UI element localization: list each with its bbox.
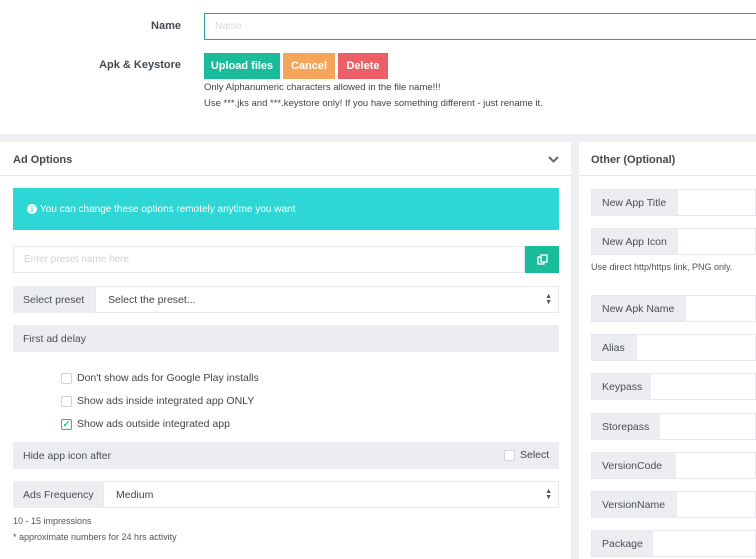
filename-note: Only Alphanumeric characters allowed in … xyxy=(204,82,441,93)
upload-files-button[interactable]: Upload files xyxy=(204,53,280,79)
copy-preset-button[interactable] xyxy=(525,246,559,273)
checkbox[interactable] xyxy=(61,372,72,384)
ads-frequency-label: Ads Frequency xyxy=(13,481,103,508)
preset-select[interactable]: Select the preset... ▲ ▼ xyxy=(95,286,559,313)
upload-panel: Name Apk & Keystore Upload files Cancel … xyxy=(0,0,756,134)
package-field[interactable]: Package xyxy=(591,530,756,557)
copy-icon xyxy=(536,254,548,265)
extension-note: Use ***.jks and ***.keystore only! If yo… xyxy=(204,98,543,109)
keypass-field[interactable]: Keypass xyxy=(591,373,756,400)
ad-options-title: Ad Options xyxy=(13,154,73,166)
version-code-label: VersionCode xyxy=(592,453,676,478)
checkbox-checked[interactable]: ✓ xyxy=(61,418,72,430)
ad-options-divider xyxy=(0,175,571,176)
version-name-label: VersionName xyxy=(592,492,677,517)
check-label: Don't show ads for Google Play installs xyxy=(77,372,259,384)
alias-field[interactable]: Alias xyxy=(591,334,756,361)
check-label: Show ads outside integrated app xyxy=(77,418,230,430)
storepass-label: Storepass xyxy=(592,414,660,439)
delete-button[interactable]: Delete xyxy=(338,53,388,79)
new-app-title-label: New App Title xyxy=(592,190,678,215)
hide-icon-row: Hide app icon after xyxy=(13,442,559,469)
alias-label: Alias xyxy=(592,335,637,360)
name-input[interactable] xyxy=(204,13,756,40)
updown-icon: ▲ ▼ xyxy=(545,487,552,501)
updown-icon: ▲ ▼ xyxy=(545,292,552,306)
info-icon: i xyxy=(27,204,37,214)
approx-note: * approximate numbers for 24 hrs activit… xyxy=(13,532,177,542)
name-label: Name xyxy=(151,20,181,32)
new-app-title-field[interactable]: New App Title xyxy=(591,189,756,216)
ads-frequency-value: Medium xyxy=(116,488,154,501)
preset-name-input[interactable] xyxy=(13,246,525,273)
other-divider xyxy=(579,175,756,176)
apk-keystore-label: Apk & Keystore xyxy=(99,59,181,71)
package-label: Package xyxy=(592,531,653,556)
first-ad-delay-label: First ad delay xyxy=(13,325,559,352)
version-code-field[interactable]: VersionCode xyxy=(591,452,756,479)
hide-icon-select[interactable]: Select xyxy=(504,449,549,461)
hide-icon-select-label: Select xyxy=(520,449,550,461)
check-inside-app[interactable]: Show ads inside integrated app ONLY xyxy=(61,395,254,407)
cancel-button[interactable]: Cancel xyxy=(283,53,335,79)
select-preset-label: Select preset xyxy=(13,286,95,313)
check-no-google-play[interactable]: Don't show ads for Google Play installs xyxy=(61,372,259,384)
preset-select-value: Select the preset... xyxy=(108,293,196,306)
keypass-label: Keypass xyxy=(592,374,651,399)
hide-icon-label: Hide app icon after xyxy=(23,449,112,462)
checkbox[interactable] xyxy=(61,395,72,407)
ads-frequency-select[interactable]: Medium ▲ ▼ xyxy=(103,481,559,508)
new-apk-name-field[interactable]: New Apk Name xyxy=(591,295,756,322)
storepass-field[interactable]: Storepass xyxy=(591,413,756,440)
check-label: Show ads inside integrated app ONLY xyxy=(77,395,255,407)
alert-text: You can change these options remotely an… xyxy=(40,203,296,215)
impressions-text: 10 - 15 impressions xyxy=(13,516,92,526)
new-app-icon-field[interactable]: New App Icon xyxy=(591,228,756,255)
chevron-down-icon[interactable] xyxy=(546,151,560,167)
version-name-field[interactable]: VersionName xyxy=(591,491,756,518)
new-apk-name-label: New Apk Name xyxy=(592,296,686,321)
info-alert: i You can change these options remotely … xyxy=(13,188,559,230)
checkbox[interactable] xyxy=(504,449,515,461)
icon-hint: Use direct http/https link, PNG only. xyxy=(591,262,733,272)
new-app-icon-label: New App Icon xyxy=(592,229,678,254)
other-title: Other (Optional) xyxy=(591,154,676,166)
check-outside-app[interactable]: ✓ Show ads outside integrated app xyxy=(61,418,230,430)
